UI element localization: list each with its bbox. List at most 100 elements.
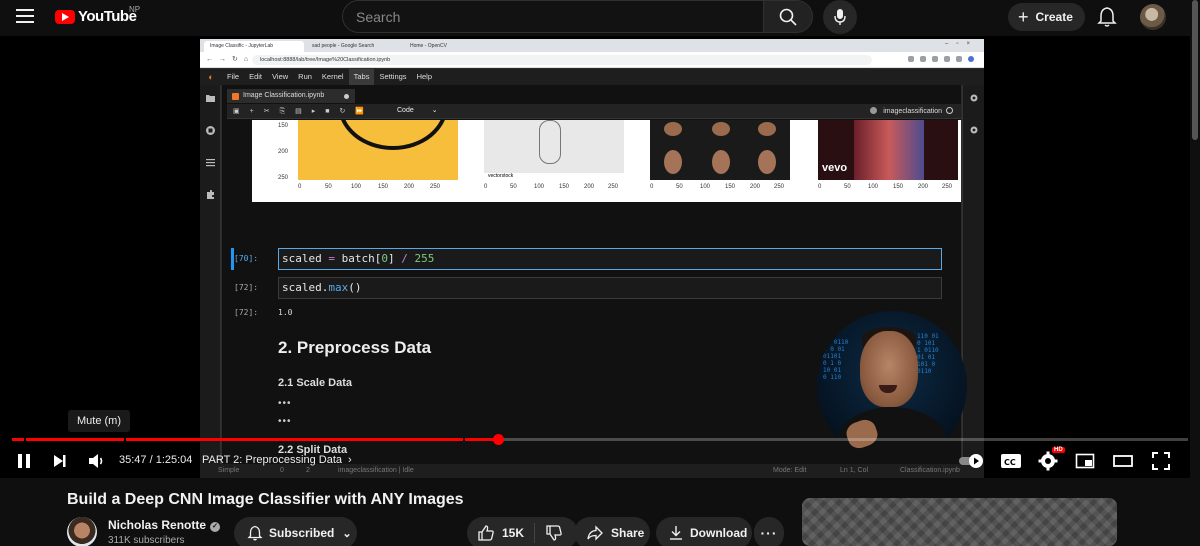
menu-file: File [227,72,240,81]
channel-name-text: Nicholas Renotte [108,518,207,532]
browser-nav-icons: ←→↻⌂ [206,56,255,63]
status-file: Classification.ipynb [900,467,960,474]
volume-icon[interactable] [87,451,107,471]
address-field: localhost:8888/lab/tree/Image%20Classifi… [252,55,872,65]
menu-edit: Edit [249,72,263,81]
notebook-tab: Image Classification.ipynb [227,89,355,103]
download-button[interactable]: Download [656,517,752,546]
x-tick: 150 [725,184,736,190]
x-tick: 100 [700,184,711,190]
next-video-icon[interactable] [51,451,69,471]
create-button[interactable]: + Create [1008,3,1085,31]
sidebar-ad-thumbnail[interactable] [802,498,1117,546]
x-tick: 250 [608,184,619,190]
debugger-gear-icon [970,126,978,134]
youtube-logo[interactable]: YouTube [55,8,137,25]
share-label: Share [611,526,645,540]
account-avatar[interactable] [1140,4,1166,30]
browser-tab-strip: Image Classific - JupyterLab sad people … [200,39,984,52]
menu-settings: Settings [379,72,407,81]
menu-run: Run [298,72,312,81]
jupyter-menubar: ◐ File Edit View Run Kernel Tabs Setting… [200,69,984,85]
settings-button[interactable]: HD [1038,447,1065,471]
collapsed-cells-icon: ••• [278,398,292,409]
autoplay-toggle-icon[interactable] [958,451,986,471]
x-tick: 150 [378,184,389,190]
browser-extension-icons [908,56,974,62]
binary-background: 01 0110 1 0 01 01101 0 1 0 10 01 0 110 [823,339,849,381]
thumbnail-sketch: vectorstock [484,120,624,180]
search-input[interactable] [343,1,763,32]
share-button[interactable]: Share [574,517,650,546]
browser-address-bar: ←→↻⌂ localhost:8888/lab/tree/Image%20Cla… [200,52,984,68]
x-tick: 200 [750,184,761,190]
jupyter-right-sidebar [962,85,984,478]
dislike-thumbs-down-icon[interactable] [545,524,563,542]
scrollbar-thumb[interactable] [1192,0,1198,140]
chevron-down-icon: ⌄ [342,527,352,540]
microphone-icon [834,9,846,25]
chapter-title-button[interactable]: PART 2: Preprocessing Data › [202,454,352,466]
heading-scale-data: 2.1 Scale Data [278,377,352,389]
search-button[interactable] [763,0,813,33]
time-display: 35:47 / 1:25:04 [119,454,193,466]
collapsed-cells-icon: ••• [278,416,292,427]
theater-mode-icon[interactable] [1112,451,1134,471]
y-tick: 200 [278,149,289,155]
create-label: Create [1035,10,1073,24]
more-actions-button[interactable]: ··· [754,517,784,546]
watermark-text: vectorstock [488,173,514,179]
status-count: 0 [280,467,284,474]
code-token: scaled. [282,281,329,294]
kernel-idle-icon [946,107,953,114]
video-player[interactable]: Image Classific - JupyterLab sad people … [0,36,1200,478]
jupyter-left-sidebar [200,85,221,478]
channel-avatar[interactable] [67,517,97,546]
menu-kernel: Kernel [321,72,344,81]
like-thumbs-up-icon[interactable] [477,524,495,542]
subscriber-count: 311K subscribers [108,535,185,546]
scrubber-handle[interactable] [492,434,504,445]
y-tick: 250 [278,175,289,181]
chapter-title: PART 2: Preprocessing Data [202,454,343,466]
download-icon [670,526,682,540]
x-tick: 0 [298,184,302,190]
window-controls: –▫× [945,41,978,47]
youtube-watch-page: YouTube NP + Create Image Classific - Ju… [0,0,1200,546]
property-inspector-gear-icon [970,94,978,102]
menu-icon[interactable] [16,9,34,23]
x-tick: 200 [404,184,415,190]
x-tick: 250 [774,184,785,190]
captions-icon[interactable]: CC [1000,451,1022,471]
code-token: 0 [381,252,388,265]
youtube-play-logo-icon [55,9,75,24]
x-tick: 200 [584,184,595,190]
subscribed-button[interactable]: Subscribed ⌄ [234,517,357,546]
like-count: 15K [502,526,525,540]
progress-bar[interactable] [12,438,1188,441]
pause-icon[interactable] [15,451,33,471]
notebook-tab-title: Image Classification.ipynb [243,92,325,99]
binary-background: 110 01 0 101 1 0110 01 01 101 0 0110 [917,333,939,375]
code-token: max [328,281,349,294]
x-tick: 50 [325,184,332,190]
cell-type-select: Code ⌄ [397,107,438,114]
unsaved-dot-icon [344,94,349,99]
x-tick: 200 [918,184,929,190]
notifications-bell-icon[interactable] [1097,6,1117,28]
page-scrollbar[interactable] [1190,0,1200,546]
channel-name[interactable]: Nicholas Renotte ✓ [108,518,221,532]
plus-icon: + [1018,7,1029,27]
x-tick: 150 [893,184,904,190]
verified-check-icon: ✓ [210,522,221,532]
bell-icon [247,525,263,541]
miniplayer-icon[interactable] [1075,451,1095,471]
folder-icon [206,95,215,102]
voice-search-button[interactable] [823,0,857,34]
kernel-name: imageclassification [883,108,942,115]
image-output-plot: 150 200 250 vectorstock vevo 0 50 100 15… [252,120,961,202]
thumbnail-emoji [298,120,458,180]
fullscreen-icon[interactable] [1151,451,1171,471]
code-token: = [328,252,335,265]
divider [534,523,536,543]
